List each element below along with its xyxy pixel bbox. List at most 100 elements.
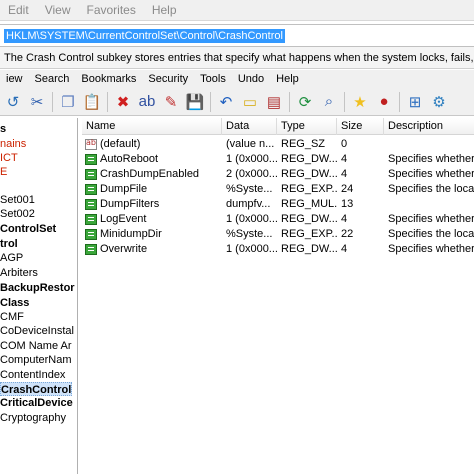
- toolbar-separator: [399, 91, 400, 112]
- column-description[interactable]: Description: [384, 118, 474, 135]
- column-data[interactable]: Data: [222, 118, 277, 135]
- registry-tree[interactable]: s nains ICT E Set001 Set002 ControlSet trol AGP A…: [0, 118, 78, 474]
- list-row[interactable]: CrashDumpEnabled 2 (0x000... REG_DW... 4 Spe…: [82, 167, 474, 182]
- tree-item[interactable]: Arbiters: [0, 266, 38, 280]
- column-size[interactable]: Size: [337, 118, 384, 135]
- tree-item[interactable]: BackupRestor: [0, 281, 75, 295]
- menu-help[interactable]: Help: [270, 73, 305, 85]
- top-menu-help[interactable]: Help: [144, 3, 185, 17]
- cell-name: DumpFile: [100, 183, 148, 195]
- toolbar-separator: [52, 91, 53, 112]
- top-menu-edit[interactable]: Edit: [0, 3, 37, 17]
- toolbar-separator: [107, 91, 108, 112]
- cell-size: 13: [341, 198, 354, 210]
- tree-item[interactable]: AGP: [0, 251, 23, 265]
- tree-item[interactable]: Class: [0, 296, 29, 310]
- paste-button[interactable]: 📋: [81, 91, 103, 113]
- cell-desc: Specifies the location: [388, 228, 474, 240]
- cut-button[interactable]: ✂: [26, 91, 48, 113]
- column-name[interactable]: Name: [82, 118, 222, 135]
- tree-item[interactable]: nains: [0, 137, 26, 151]
- menu-search[interactable]: Search: [29, 73, 76, 85]
- cell-size: 22: [341, 228, 354, 240]
- cell-desc: Specifies the location: [388, 183, 474, 195]
- top-menu-favorites[interactable]: Favorites: [78, 3, 143, 17]
- back-button[interactable]: ↺: [2, 91, 24, 113]
- tree-item[interactable]: ComputerNam: [0, 353, 72, 367]
- tree-item[interactable]: CMF: [0, 310, 24, 324]
- save-button[interactable]: 💾: [184, 91, 206, 113]
- tree-item[interactable]: COM Name Ar: [0, 339, 72, 353]
- rename-button[interactable]: ab: [136, 91, 158, 113]
- save-icon: 💾: [185, 93, 205, 111]
- search-button[interactable]: ⌕: [318, 91, 340, 113]
- search-icon: ⌕: [324, 93, 334, 110]
- column-type[interactable]: Type: [277, 118, 337, 135]
- menu-security[interactable]: Security: [142, 73, 194, 85]
- menu-undo[interactable]: Undo: [232, 73, 270, 85]
- copy-button[interactable]: ❐: [57, 91, 79, 113]
- undo-button[interactable]: ↶: [215, 91, 237, 113]
- tree-item[interactable]: ICT: [0, 151, 18, 165]
- tree-item[interactable]: CoDeviceInstal: [0, 324, 74, 338]
- cell-name: CrashDumpEnabled: [100, 168, 200, 180]
- export-button[interactable]: ▤: [263, 91, 285, 113]
- refresh-button[interactable]: ⟳: [294, 91, 316, 113]
- tree-item[interactable]: Set001: [0, 193, 35, 207]
- cell-type: REG_SZ: [281, 138, 326, 150]
- tree-item[interactable]: CriticalDevice: [0, 396, 73, 410]
- values-list[interactable]: Name Data Type Size Description (default…: [82, 118, 474, 474]
- cell-name: MinidumpDir: [100, 228, 162, 240]
- list-row[interactable]: (default) (value n... REG_SZ 0: [82, 137, 474, 152]
- menu-view[interactable]: iew: [0, 73, 29, 85]
- address-bar[interactable]: HKLM\SYSTEM\CurrentControlSet\Control\Cr…: [0, 24, 474, 47]
- favorite-star-button[interactable]: ★: [349, 91, 371, 113]
- network-icon: ⊞: [408, 93, 422, 111]
- bookmark-button[interactable]: ●: [373, 91, 395, 113]
- tools-button[interactable]: ⚙: [428, 91, 450, 113]
- network-button[interactable]: ⊞: [404, 91, 426, 113]
- list-row[interactable]: LogEvent 1 (0x000... REG_DW... 4 Specifies w…: [82, 212, 474, 227]
- new-key-button[interactable]: ▭: [239, 91, 261, 113]
- top-menubar: Edit View Favorites Help: [0, 0, 474, 21]
- tree-item[interactable]: ContentIndex: [0, 368, 65, 382]
- cell-name: DumpFilters: [100, 198, 160, 210]
- tree-item[interactable]: E: [0, 165, 7, 179]
- toolbar-separator: [289, 91, 290, 112]
- cell-desc: [388, 137, 474, 152]
- back-icon: ↺: [6, 93, 20, 111]
- cell-name: (default): [100, 138, 141, 150]
- cell-type: REG_DW...: [281, 153, 337, 165]
- tree-item[interactable]: Set002: [0, 207, 35, 221]
- delete-button[interactable]: ✖: [112, 91, 134, 113]
- copy-icon: ❐: [61, 93, 75, 111]
- bookmark-icon: ●: [379, 93, 389, 110]
- cell-data: dumpfv...: [226, 198, 271, 210]
- cell-name: AutoReboot: [100, 153, 159, 165]
- key-description-bar: The Crash Control subkey stores entries …: [0, 47, 474, 69]
- cell-type: REG_DW...: [281, 213, 337, 225]
- tree-item[interactable]: Cryptography: [0, 411, 66, 425]
- new-key-icon: ▭: [242, 93, 258, 111]
- list-row[interactable]: DumpFile %Syste... REG_EXP... 24 Specifies t…: [82, 182, 474, 197]
- binary-value-icon: [85, 154, 97, 165]
- export-icon: ▤: [266, 93, 282, 111]
- list-row[interactable]: DumpFilters dumpfv... REG_MUL... 13: [82, 197, 474, 212]
- menu-tools[interactable]: Tools: [194, 73, 232, 85]
- cell-data: 1 (0x000...: [226, 153, 278, 165]
- list-row[interactable]: AutoReboot 1 (0x000... REG_DW... 4 Specifies…: [82, 152, 474, 167]
- cell-type: REG_MUL...: [281, 198, 337, 210]
- list-row[interactable]: MinidumpDir %Syste... REG_EXP... 22 Specifie…: [82, 227, 474, 242]
- tree-item[interactable]: trol: [0, 237, 18, 251]
- tree-item[interactable]: CrashControl: [0, 382, 73, 396]
- refresh-icon: ⟳: [298, 93, 312, 111]
- tree-item[interactable]: ControlSet: [0, 222, 56, 236]
- toolbar: ↺ ✂ ❐ 📋 ✖ ab ✎ 💾 ↶ ▭ ▤ ⟳ ⌕ ★ ● ⊞ ⚙: [0, 88, 474, 116]
- binary-value-icon: [85, 244, 97, 255]
- menu-bookmarks[interactable]: Bookmarks: [75, 73, 142, 85]
- address-path[interactable]: HKLM\SYSTEM\CurrentControlSet\Control\Cr…: [4, 28, 285, 43]
- list-row[interactable]: Overwrite 1 (0x000... REG_DW... 4 Specifies …: [82, 242, 474, 257]
- top-menu-view[interactable]: View: [37, 3, 79, 17]
- edit-value-button[interactable]: ✎: [160, 91, 182, 113]
- tree-item[interactable]: s: [0, 122, 6, 136]
